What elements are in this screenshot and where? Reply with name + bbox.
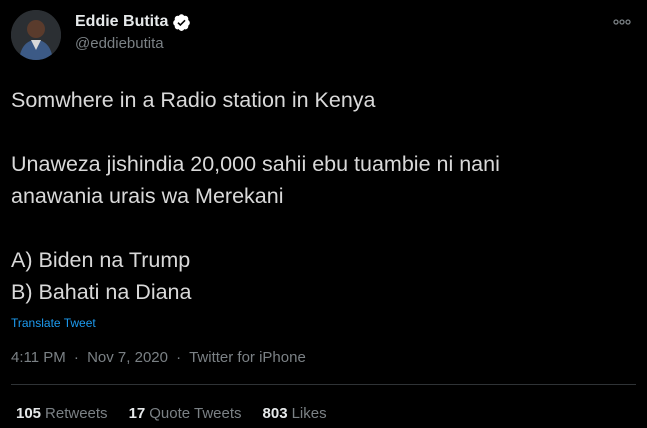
- likes-label: Likes: [291, 405, 327, 422]
- meta-separator: ·: [176, 349, 182, 366]
- tweet-line: anawania urais wa Merekani: [11, 184, 284, 208]
- translate-tweet-link[interactable]: Translate Tweet: [11, 316, 96, 330]
- retweets-label: Retweets: [45, 405, 108, 422]
- divider: [11, 384, 636, 385]
- tweet-line: A) Biden na Trump: [11, 248, 191, 272]
- display-name[interactable]: Eddie Butita: [75, 13, 168, 31]
- author-handle[interactable]: @eddiebutita: [75, 35, 164, 52]
- verified-badge-icon: [172, 13, 191, 32]
- meta-separator: ·: [73, 349, 79, 366]
- tweet-date[interactable]: Nov 7, 2020: [87, 349, 168, 366]
- tweet-card: Eddie Butita @eddiebutita Somwhere in a …: [0, 0, 647, 428]
- likes-stat[interactable]: 803 Likes: [263, 405, 327, 422]
- quote-tweets-label: Quote Tweets: [149, 405, 242, 422]
- more-options-button[interactable]: [607, 9, 637, 35]
- tweet-line: B) Bahati na Diana: [11, 280, 192, 304]
- tweet-text: Somwhere in a Radio station in Kenya Una…: [11, 84, 631, 308]
- avatar[interactable]: [11, 10, 61, 60]
- more-dots-icon: [613, 19, 631, 25]
- engagement-stats: 105 Retweets 17 Quote Tweets 803 Likes: [16, 405, 348, 422]
- retweets-count: 105: [16, 405, 42, 422]
- likes-count: 803: [262, 405, 288, 422]
- quote-tweets-stat[interactable]: 17 Quote Tweets: [129, 405, 242, 422]
- tweet-time[interactable]: 4:11 PM: [11, 349, 66, 366]
- author-name-row[interactable]: Eddie Butita: [75, 11, 191, 33]
- retweets-stat[interactable]: 105 Retweets: [16, 405, 108, 422]
- tweet-metadata: 4:11 PM · Nov 7, 2020 · Twitter for iPho…: [11, 349, 306, 366]
- tweet-line: Somwhere in a Radio station in Kenya: [11, 88, 376, 112]
- tweet-line: Unaweza jishindia 20,000 sahii ebu tuamb…: [11, 152, 500, 176]
- tweet-source[interactable]: Twitter for iPhone: [189, 349, 306, 366]
- quote-tweets-count: 17: [128, 405, 146, 422]
